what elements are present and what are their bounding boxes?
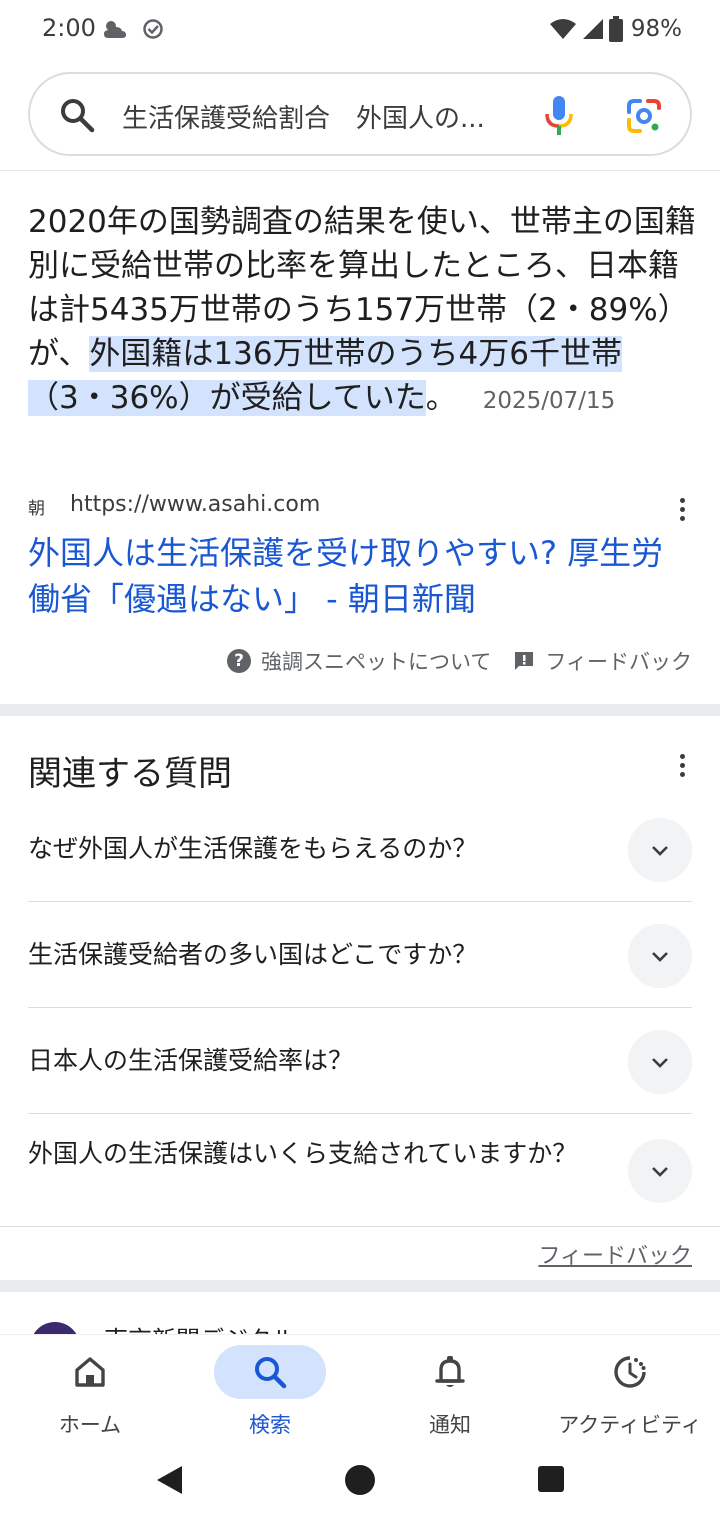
expand-chevron-icon[interactable] — [628, 924, 692, 988]
divider — [0, 1226, 720, 1227]
home-circle-icon[interactable] — [344, 1464, 376, 1496]
snippet-footer: ? 強調スニペットについて フィードバック — [227, 646, 692, 676]
feedback-icon[interactable] — [513, 650, 535, 672]
nav-activity[interactable]: アクティビティ — [540, 1335, 720, 1445]
back-icon[interactable] — [154, 1464, 184, 1496]
mic-icon[interactable] — [544, 94, 574, 138]
section-divider — [0, 1280, 720, 1292]
search-bar[interactable]: 生活保護受給割合 外国人の... — [28, 72, 692, 156]
related-question-item[interactable]: 外国人の生活保護はいくら支給されていますか？ — [28, 1114, 692, 1226]
nav-home[interactable]: ホーム — [0, 1335, 180, 1445]
expand-chevron-icon[interactable] — [628, 818, 692, 882]
related-question-item[interactable]: 日本人の生活保護受給率は？ — [28, 1008, 692, 1114]
related-question-text[interactable]: 生活保護受給者の多い国はどこですか？ — [28, 937, 598, 973]
about-snippet-link[interactable]: 強調スニペットについて — [261, 646, 491, 676]
home-icon — [75, 1357, 105, 1387]
google-lens-icon[interactable] — [626, 98, 662, 134]
system-navigation — [0, 1444, 720, 1520]
related-more-options-icon[interactable] — [678, 754, 686, 780]
bell-icon — [435, 1356, 465, 1387]
related-questions-title: 関連する質問 — [28, 754, 232, 794]
nav-notifications[interactable]: 通知 — [360, 1335, 540, 1445]
section-divider — [0, 704, 720, 716]
battery-percent: 98% — [630, 16, 682, 42]
status-bar: 2:00 98% — [0, 0, 720, 60]
search-icon[interactable] — [58, 96, 96, 134]
status-time: 2:00 — [42, 14, 96, 42]
nav-home-label: ホーム — [58, 1413, 122, 1437]
snippet-date: 2025/07/15 — [482, 388, 616, 414]
bottom-navigation: ホーム 検索 通知 アクティビティ — [0, 1334, 720, 1444]
search-icon — [255, 1357, 287, 1389]
related-question-text[interactable]: 日本人の生活保護受給率は？ — [28, 1043, 598, 1079]
nav-notifications-label: 通知 — [429, 1413, 471, 1437]
result-title-link[interactable]: 外国人は生活保護を受け取りやすい? 厚生労働省「優遇はない」 - 朝日新聞 — [28, 530, 692, 622]
check-circle-icon — [143, 19, 163, 39]
related-question-text[interactable]: 外国人の生活保護はいくら支給されていますか？ — [28, 1136, 598, 1172]
recents-icon[interactable] — [537, 1465, 565, 1493]
related-question-text[interactable]: なぜ外国人が生活保護をもらえるのか？ — [28, 831, 598, 867]
nav-search-label: 検索 — [249, 1413, 291, 1437]
battery-icon — [608, 16, 623, 42]
related-question-item[interactable]: 生活保護受給者の多い国はどこですか？ — [28, 902, 692, 1008]
snippet-text-end: 。 — [425, 380, 457, 416]
expand-chevron-icon[interactable] — [628, 1139, 692, 1203]
signal-icon — [582, 19, 603, 39]
weather-icon — [104, 21, 126, 38]
snippet-feedback-link[interactable]: フィードバック — [545, 646, 692, 676]
help-icon[interactable]: ? — [227, 649, 252, 673]
featured-snippet-text: 2020年の国勢調査の結果を使い、世帯主の国籍別に受給世帯の比率を算出したところ… — [28, 200, 696, 423]
header-divider — [0, 170, 720, 171]
more-options-icon[interactable] — [678, 498, 686, 524]
related-question-item[interactable]: なぜ外国人が生活保護をもらえるのか？ — [28, 796, 692, 902]
status-indicators: 98% — [549, 14, 682, 44]
result-source[interactable]: 朝 https://www.asahi.com — [28, 488, 692, 524]
search-query[interactable]: 生活保護受給割合 外国人の... — [122, 98, 522, 135]
nav-activity-label: アクティビティ — [558, 1413, 702, 1437]
wifi-icon — [549, 19, 576, 39]
site-favicon: 朝 — [28, 499, 45, 519]
related-feedback-link[interactable]: フィードバック — [538, 1238, 692, 1270]
result-url[interactable]: https://www.asahi.com — [70, 492, 320, 517]
nav-search[interactable]: 検索 — [180, 1335, 360, 1445]
activity-icon — [614, 1356, 646, 1388]
expand-chevron-icon[interactable] — [628, 1030, 692, 1094]
